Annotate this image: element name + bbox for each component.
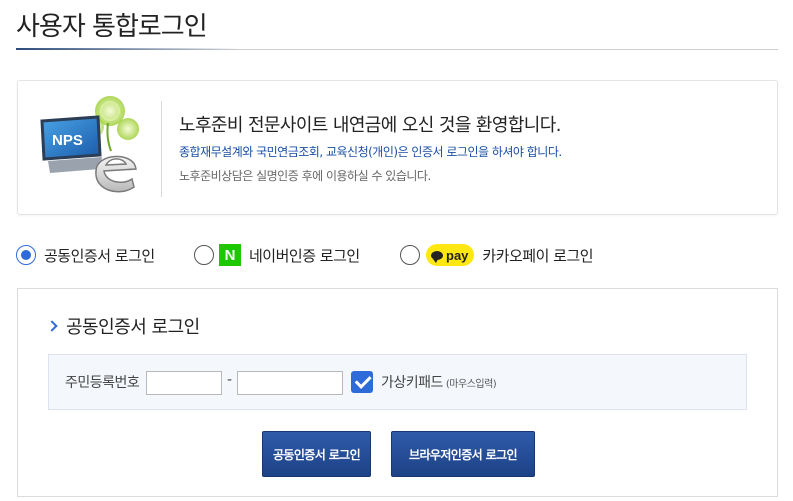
rrn-back-input[interactable] (237, 371, 343, 395)
login-option-cert-label: 공동인증서 로그인 (44, 246, 155, 265)
cert-login-panel: 공동인증서 로그인 주민등록번호 - 가상키패드 (마우스입력) 공동인증서 로그… (17, 288, 778, 497)
cert-section-title-text: 공동인증서 로그인 (66, 317, 200, 338)
welcome-box: NPS 노후준비 전문사이트 내연금에 오신 것을 환영합니다. 종합재무설계와… (17, 80, 778, 215)
kakao-bubble-icon (431, 250, 443, 263)
title-divider-accent (16, 48, 241, 50)
nps-logo-icon: NPS (40, 96, 139, 193)
login-option-kakao-label: 카카오페이 로그인 (482, 246, 594, 265)
page-title: 사용자 통합로그인 (16, 12, 208, 42)
welcome-info-text: 종합재무설계와 국민연금조회, 교육신청(개인)은 인증서 로그인을 하셔야 합… (179, 145, 562, 159)
login-option-naver[interactable]: N 네이버인증 로그인 (194, 240, 360, 270)
kakao-pay-icon: pay (426, 244, 475, 266)
virtual-keyboard-label: 가상키패드 (마우스입력) (381, 372, 497, 392)
virtual-keyboard-checkbox[interactable] (351, 371, 373, 393)
svg-text:NPS: NPS (52, 132, 83, 149)
radio-kakao[interactable] (400, 245, 420, 265)
rrn-dash: - (227, 372, 233, 388)
virtual-keyboard-label-text: 가상키패드 (381, 375, 443, 391)
browser-cert-login-button[interactable]: 브라우저인증서 로그인 (391, 431, 535, 477)
kakao-pay-text: pay (446, 247, 469, 263)
welcome-note-text: 노후준비상담은 실명인증 후에 이용하실 수 있습니다. (179, 169, 431, 183)
login-option-kakao[interactable]: pay 카카오페이 로그인 (400, 240, 594, 270)
login-option-cert[interactable]: 공동인증서 로그인 (16, 240, 155, 270)
welcome-heading: 노후준비 전문사이트 내연금에 오신 것을 환영합니다. (179, 115, 561, 136)
rrn-front-input[interactable] (146, 371, 222, 395)
cert-login-button[interactable]: 공동인증서 로그인 (262, 431, 371, 477)
radio-cert[interactable] (16, 245, 36, 265)
naver-n-icon: N (219, 244, 241, 266)
welcome-divider (161, 101, 162, 197)
login-option-naver-label: 네이버인증 로그인 (249, 246, 360, 265)
virtual-keyboard-sublabel: (마우스입력) (445, 379, 497, 390)
rrn-label: 주민등록번호 (65, 375, 140, 391)
rrn-form-row: 주민등록번호 - 가상키패드 (마우스입력) (48, 354, 747, 410)
cert-section-title: 공동인증서 로그인 (46, 313, 200, 339)
chevron-right-icon (46, 320, 58, 332)
radio-naver[interactable] (194, 245, 214, 265)
